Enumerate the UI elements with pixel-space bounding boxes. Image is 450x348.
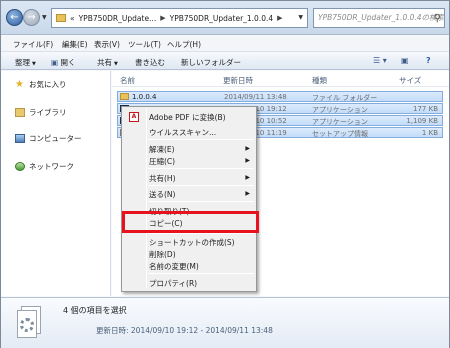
nav-network-label: ネットワーク — [29, 162, 74, 171]
address-dropdown-icon[interactable]: ▼ — [298, 14, 303, 21]
menu-bar: ファイル(F) 編集(E) 表示(V) ツール(T) ヘルプ(H) — [1, 36, 449, 52]
column-headers: 名前 更新日時 種類 サイズ — [112, 71, 449, 87]
menu-gutter — [146, 109, 147, 289]
organize-button[interactable]: 整理 ▼ — [15, 57, 36, 68]
burn-button[interactable]: 書き込む — [135, 57, 165, 68]
menu-item-rename[interactable]: 名前の変更(M) — [149, 261, 199, 272]
view-options-icon[interactable]: ☰ ▾ — [373, 56, 387, 65]
column-name[interactable]: 名前 — [120, 75, 135, 86]
menu-separator — [148, 139, 254, 140]
nav-computer[interactable]: コンピューター — [15, 133, 82, 144]
menu-file[interactable]: ファイル(F) — [13, 39, 53, 50]
open-icon: ▣ — [51, 58, 59, 67]
navigation-pane: ★ お気に入り ライブラリ コンピューター ネットワーク — [1, 71, 111, 296]
submenu-arrow-icon: ▶ — [245, 145, 250, 152]
table-row[interactable]: 1.0.0.4 2014/09/11 13:48 ファイル フォルダー — [117, 91, 443, 102]
breadcrumb-1[interactable]: YPB750DR_Update... — [79, 14, 157, 23]
pdf-icon: A — [129, 112, 139, 122]
command-bar: 整理 ▼ ▣ 開く 共有 ▼ 書き込む 新しいフォルダー ☰ ▾ ▣ ? — [1, 53, 449, 70]
folder-icon — [120, 93, 129, 100]
share-button[interactable]: 共有 ▼ — [97, 57, 118, 68]
help-icon[interactable]: ? — [426, 56, 431, 65]
menu-item-sendto[interactable]: 送る(N) — [149, 189, 175, 200]
address-bar-area: ← → ▼ « YPB750DR_Update... ▶ YPB750DR_Up… — [1, 1, 449, 35]
column-size[interactable]: サイズ — [399, 75, 421, 86]
breadcrumb-arrow-icon[interactable]: ▶ — [160, 14, 165, 22]
menu-item-compress[interactable]: 圧縮(C) — [149, 156, 175, 167]
menu-tools[interactable]: ツール(T) — [128, 39, 161, 50]
open-button[interactable]: ▣ 開く — [51, 57, 75, 68]
library-icon — [15, 108, 25, 117]
address-overflow[interactable]: « — [70, 14, 75, 23]
submenu-arrow-icon: ▶ — [245, 190, 250, 197]
back-button[interactable]: ← — [6, 9, 23, 26]
menu-help[interactable]: ヘルプ(H) — [167, 39, 201, 50]
nav-network[interactable]: ネットワーク — [15, 161, 74, 172]
gear-icon — [20, 318, 34, 332]
folder-icon — [56, 14, 66, 22]
search-icon[interactable]: ⚲ — [434, 10, 441, 27]
search-input[interactable]: YPB750DR_Updater_1.0.0.4の検索 ⚲ — [313, 8, 445, 28]
nav-computer-label: コンピューター — [29, 134, 82, 143]
multiple-files-icon — [15, 304, 45, 340]
star-icon: ★ — [15, 79, 24, 90]
nav-favorites-label: お気に入り — [29, 80, 67, 89]
menu-view[interactable]: 表示(V) — [94, 39, 120, 50]
submenu-arrow-icon: ▶ — [245, 174, 250, 181]
menu-separator — [148, 273, 254, 274]
menu-separator — [148, 233, 254, 234]
column-type[interactable]: 種類 — [312, 75, 327, 86]
computer-icon — [15, 134, 25, 143]
nav-libraries[interactable]: ライブラリ — [15, 107, 67, 118]
address-field[interactable]: « YPB750DR_Update... ▶ YPB750DR_Updater_… — [51, 8, 308, 28]
menu-item-shortcut[interactable]: ショートカットの作成(S) — [149, 237, 235, 248]
preview-pane-icon[interactable]: ▣ — [401, 56, 409, 65]
explorer-window: ← → ▼ « YPB750DR_Update... ▶ YPB750DR_Up… — [0, 0, 450, 348]
menu-item-share[interactable]: 共有(H) — [149, 173, 176, 184]
menu-edit[interactable]: 編集(E) — [62, 39, 88, 50]
nav-favorites[interactable]: ★ お気に入り — [15, 79, 67, 90]
search-placeholder: YPB750DR_Updater_1.0.0.4の検索 — [318, 13, 445, 22]
menu-item-delete[interactable]: 削除(D) — [149, 249, 176, 260]
network-icon — [15, 162, 25, 171]
column-date[interactable]: 更新日時 — [223, 75, 253, 86]
menu-separator — [148, 185, 254, 186]
menu-item-scan[interactable]: ウイルススキャン... — [149, 127, 216, 138]
copy-highlight-box — [122, 211, 259, 233]
selection-count: 4 個の項目を選択 — [63, 306, 127, 315]
context-menu: A Adobe PDF に変換(B) ウイルススキャン... 解凍(E) ▶ 圧… — [121, 106, 257, 292]
forward-button[interactable]: → — [23, 9, 40, 26]
recent-pages-dropdown-icon[interactable]: ▼ — [42, 14, 47, 21]
menu-item-pdf[interactable]: Adobe PDF に変換(B) — [149, 112, 226, 123]
nav-libraries-label: ライブラリ — [29, 108, 67, 117]
menu-separator — [148, 168, 254, 169]
details-pane: 4 個の項目を選択 更新日時: 2014/09/10 19:12 - 2014/… — [1, 297, 449, 348]
breadcrumb-arrow-icon[interactable]: ▶ — [277, 14, 282, 22]
breadcrumb-2[interactable]: YPB750DR_Updater_1.0.0.4 — [170, 14, 274, 23]
new-folder-button[interactable]: 新しいフォルダー — [181, 57, 241, 68]
modified-range: 更新日時: 2014/09/10 19:12 - 2014/09/11 13:4… — [96, 326, 273, 335]
menu-item-extract[interactable]: 解凍(E) — [149, 144, 175, 155]
submenu-arrow-icon: ▶ — [245, 157, 250, 164]
menu-item-properties[interactable]: プロパティ(R) — [149, 278, 197, 289]
menu-separator — [148, 201, 254, 202]
